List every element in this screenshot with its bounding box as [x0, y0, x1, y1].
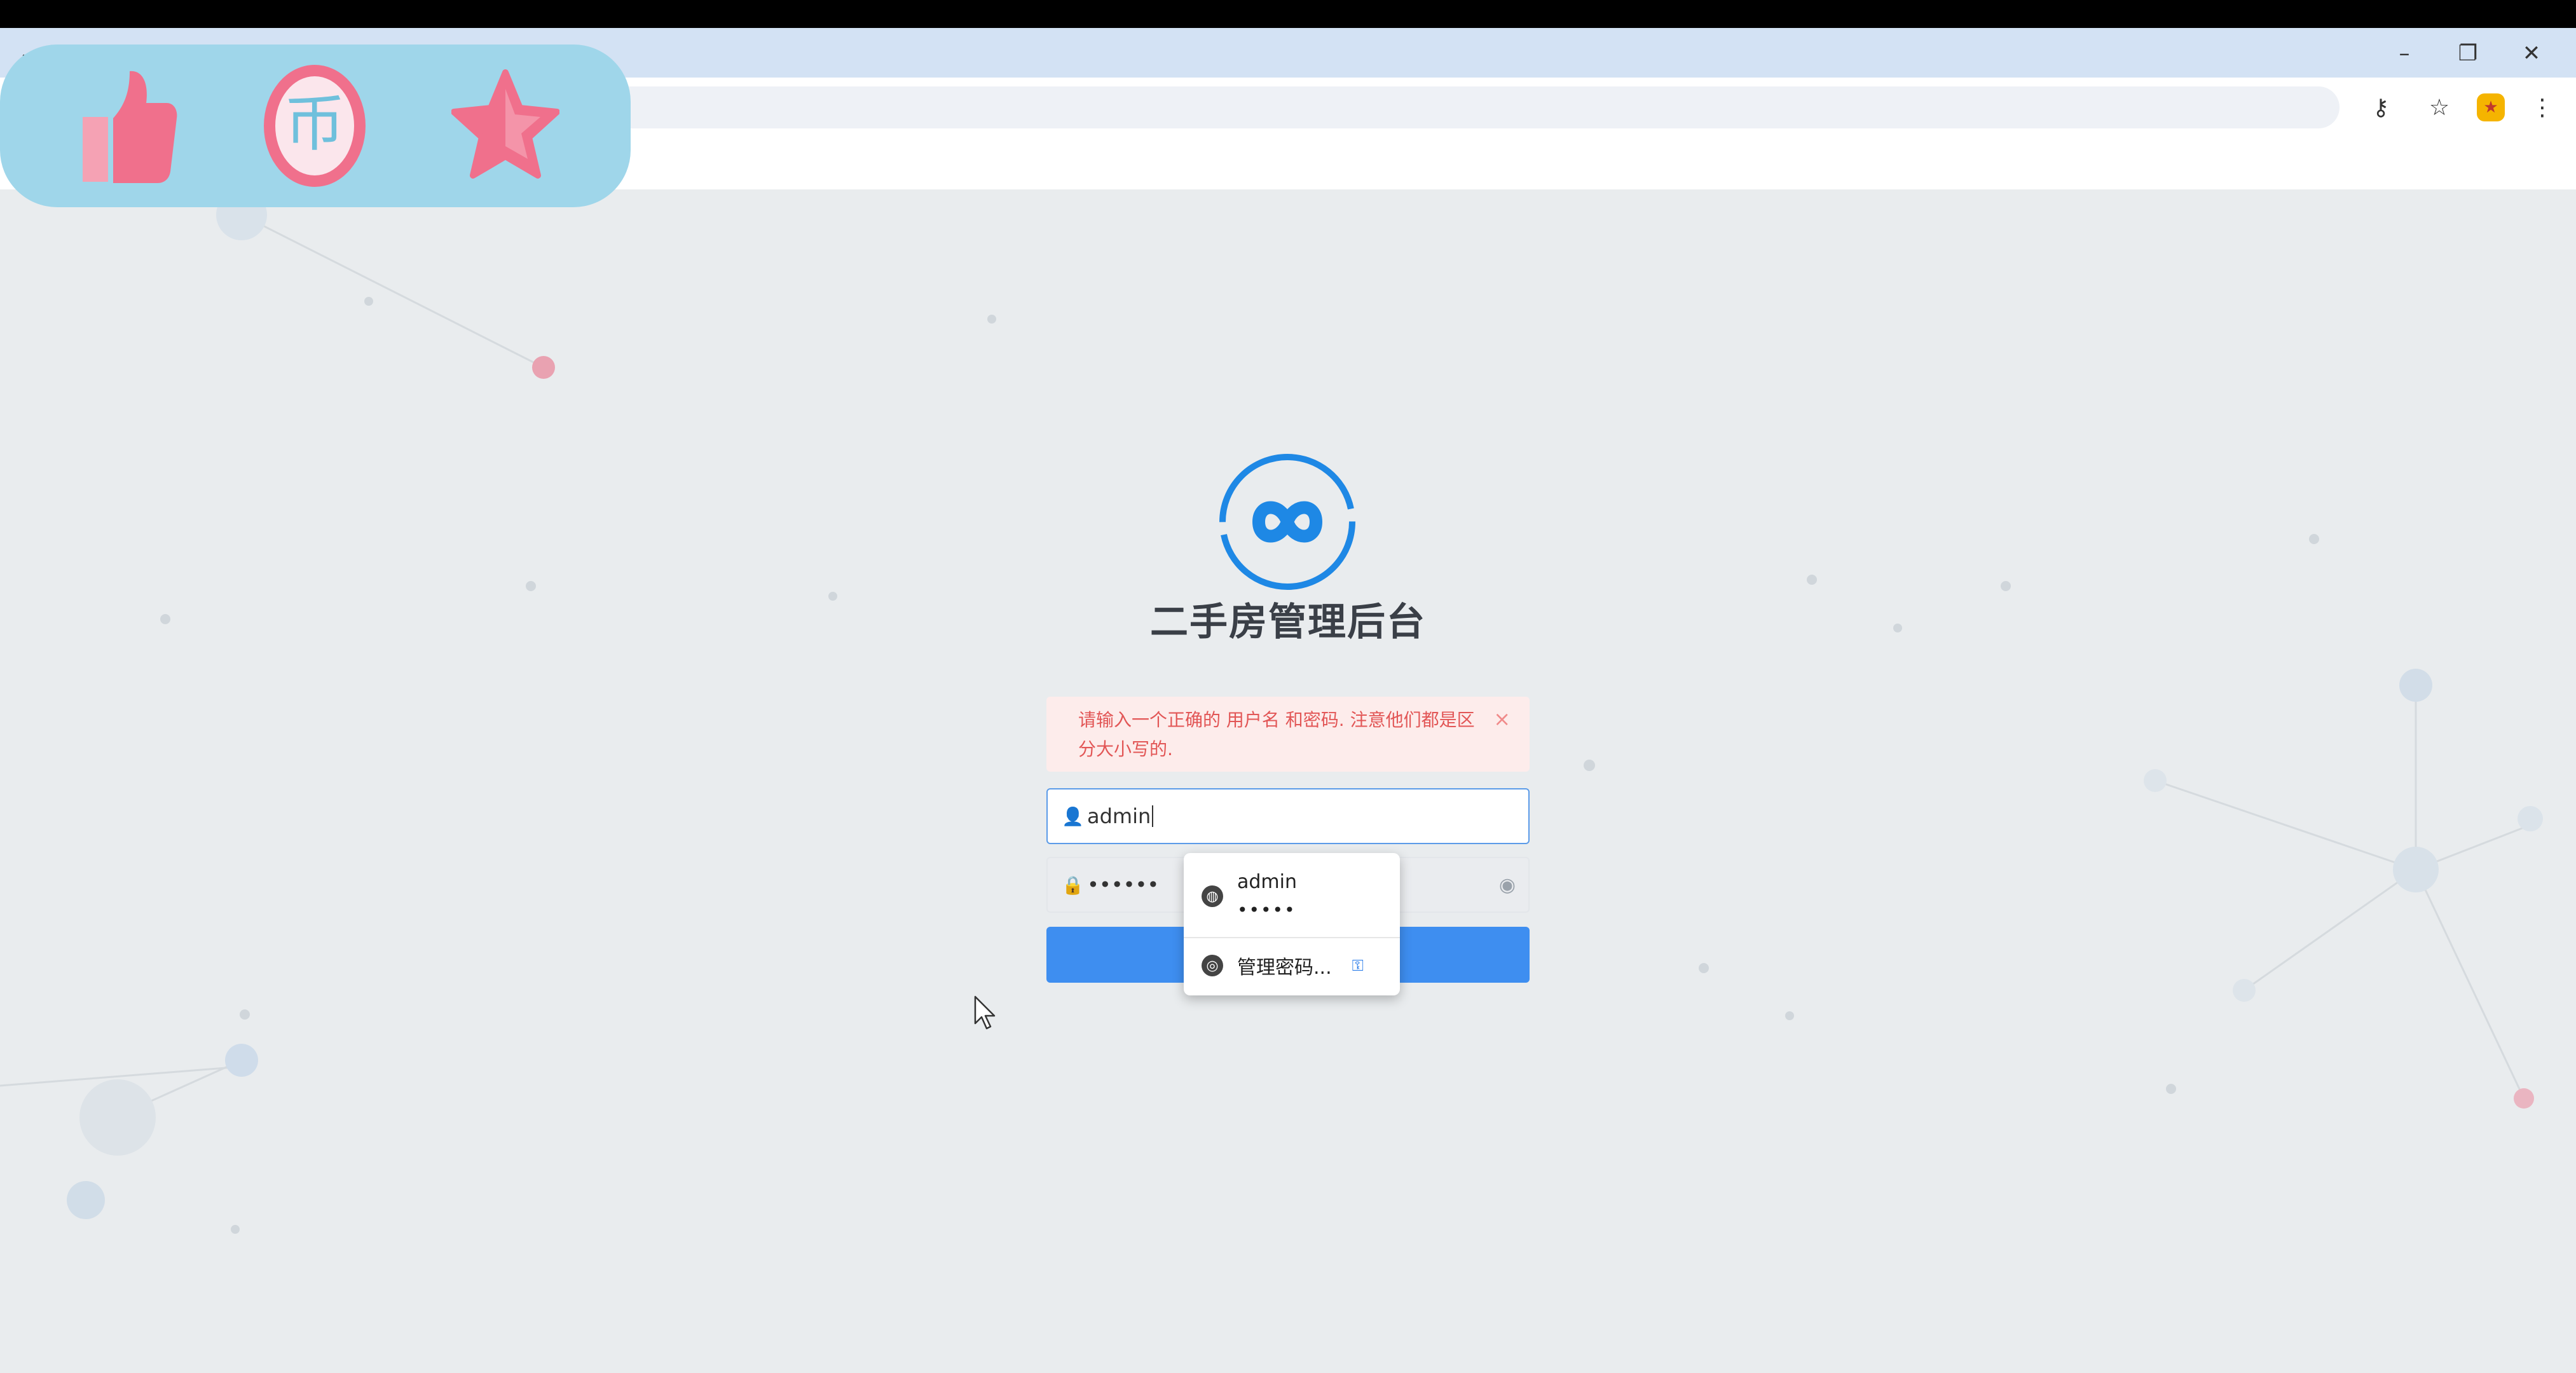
text-caret	[1152, 805, 1154, 827]
password-autofill-popup: ◍ admin ••••• ◎ 管理密码... ⚿	[1184, 853, 1400, 995]
close-icon[interactable]: ×	[1493, 704, 1511, 734]
lock-icon: 🔒	[1062, 874, 1084, 896]
thumbs-up-icon[interactable]	[71, 64, 179, 188]
reaction-overlay: 币	[0, 44, 631, 207]
key-icon: ⚿	[1352, 957, 1364, 974]
manage-passwords-item[interactable]: ◎ 管理密码... ⚿	[1184, 945, 1400, 987]
star-icon[interactable]	[451, 64, 559, 188]
error-alert-text: 请输入一个正确的 用户名 和密码. 注意他们都是区分大小写的.	[1078, 709, 1475, 760]
restore-button[interactable]: ❐	[2436, 36, 2500, 71]
app-title: 二手房管理后台	[1150, 600, 1426, 645]
mouse-cursor-icon	[974, 995, 996, 1030]
saved-account-name: admin	[1237, 871, 1297, 893]
password-value: ••••••	[1087, 873, 1160, 897]
error-alert: 请输入一个正确的 用户名 和密码. 注意他们都是区分大小写的. ×	[1046, 697, 1530, 772]
globe-icon: ◍	[1202, 885, 1223, 907]
password-key-icon[interactable]: ⚷	[2360, 86, 2402, 128]
username-field[interactable]: 👤 admin	[1046, 788, 1530, 844]
close-button[interactable]: ✕	[2500, 36, 2563, 71]
window-controls: – ❐ ✕	[2373, 36, 2563, 71]
browser-menu-icon[interactable]: ⋮	[2521, 86, 2563, 128]
manage-passwords-label: 管理密码...	[1237, 957, 1332, 979]
network-background	[0, 189, 2543, 1234]
login-page: 二手房管理后台 请输入一个正确的 用户名 和密码. 注意他们都是区分大小写的. …	[0, 189, 2576, 1373]
saved-account-item[interactable]: ◍ admin •••••	[1184, 864, 1400, 928]
eye-icon[interactable]: ◉	[1499, 874, 1516, 896]
saved-account-password: •••••	[1237, 899, 1296, 920]
toolbar-icons: ⚷ ☆ ★ ⋮	[2360, 86, 2563, 128]
app-logo-icon	[1219, 454, 1355, 590]
coin-icon[interactable]: 币	[261, 64, 369, 188]
chrome-icon: ◎	[1202, 955, 1223, 976]
user-icon: 👤	[1062, 805, 1084, 827]
svg-text:币: 币	[284, 88, 345, 160]
divider	[1184, 937, 1400, 938]
username-value: admin	[1087, 804, 1151, 828]
bookmark-star-icon[interactable]: ☆	[2418, 86, 2460, 128]
minimize-button[interactable]: –	[2373, 36, 2436, 71]
extension-icon[interactable]: ★	[2477, 93, 2505, 121]
